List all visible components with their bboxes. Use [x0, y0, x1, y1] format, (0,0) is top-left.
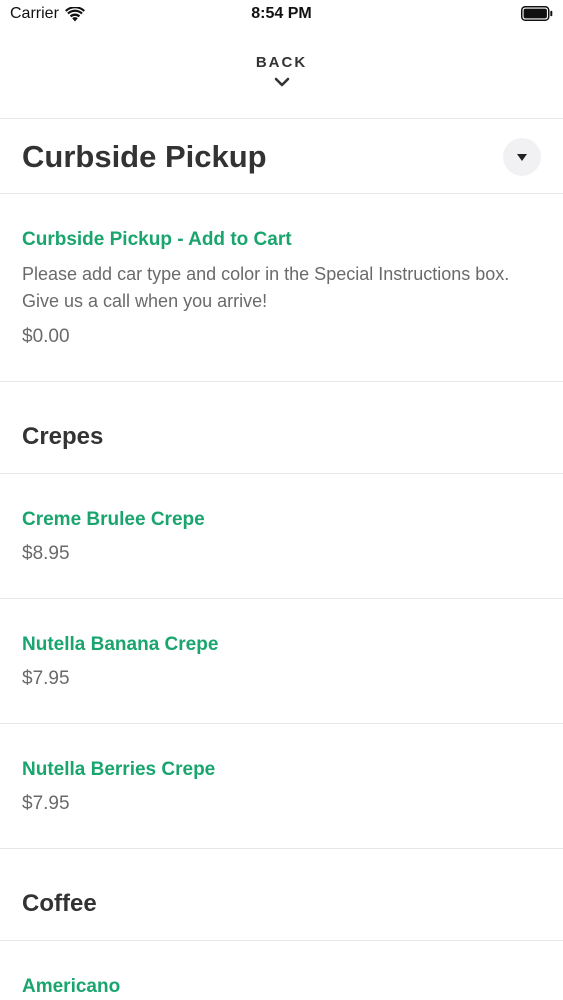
caret-down-icon — [517, 153, 527, 161]
chevron-down-icon — [274, 77, 289, 87]
divider — [0, 723, 563, 724]
status-bar: Carrier 8:54 PM — [0, 0, 563, 30]
back-label: BACK — [255, 54, 308, 71]
category-title: Coffee — [22, 890, 97, 917]
divider — [0, 473, 563, 474]
divider — [0, 193, 563, 194]
category-title: Crepes — [22, 423, 104, 450]
item-name: Creme Brulee Crepe — [22, 509, 205, 530]
battery-icon — [521, 6, 553, 21]
item-description: Please add car type and color in the Spe… — [22, 264, 510, 311]
divider — [0, 118, 563, 119]
divider — [0, 848, 563, 849]
item-name: Nutella Banana Crepe — [22, 634, 219, 655]
divider — [0, 381, 563, 382]
item-name: Americano — [22, 976, 121, 997]
item-name: Nutella Berries Crepe — [22, 759, 216, 780]
divider — [0, 598, 563, 599]
back-button[interactable]: BACK — [0, 54, 563, 87]
section-dropdown-button[interactable] — [503, 138, 541, 176]
item-price: $8.95 — [22, 543, 70, 564]
item-price: $7.95 — [22, 668, 70, 689]
item-price: $7.95 — [22, 793, 70, 814]
clock-time: 8:54 PM — [251, 5, 312, 22]
section-title: Curbside Pickup — [22, 139, 267, 174]
item-price: $0.00 — [22, 326, 70, 347]
divider — [0, 940, 563, 941]
item-name: Curbside Pickup - Add to Cart — [22, 229, 292, 250]
